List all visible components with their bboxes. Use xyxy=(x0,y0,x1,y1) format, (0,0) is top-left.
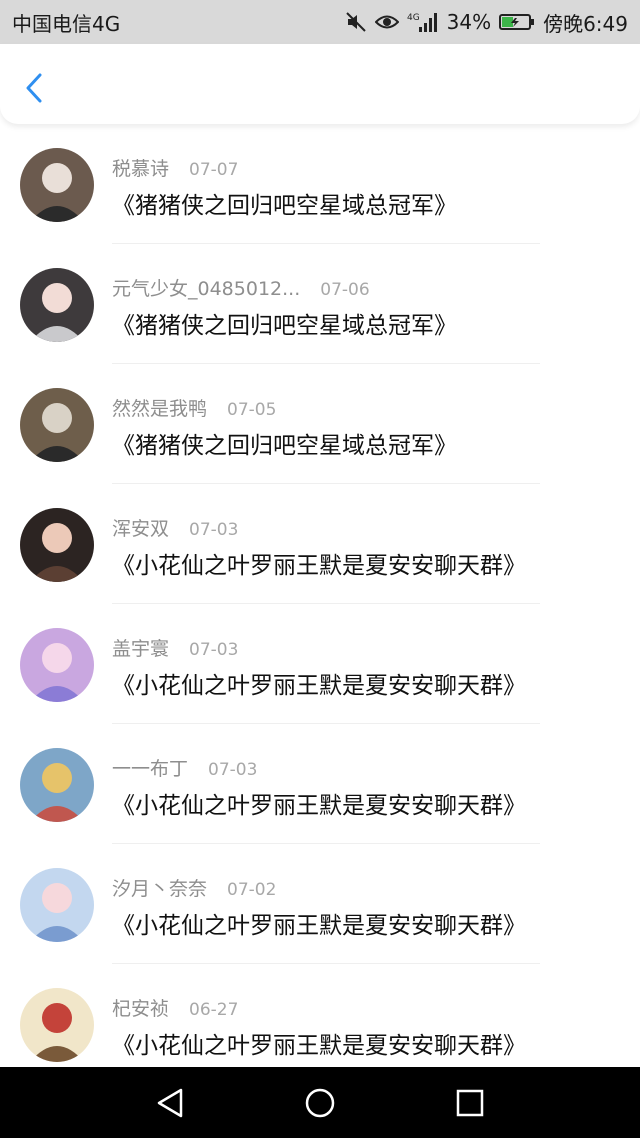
sender-name: 盖宇寰 xyxy=(112,638,170,660)
clock: 傍晚6:49 xyxy=(543,11,628,36)
battery-icon xyxy=(499,13,535,31)
message-text: 《猪猪侠之回归吧空星域总冠军》 xyxy=(112,433,457,459)
sender-name: 元气少女_0485012... xyxy=(112,278,301,300)
status-bar: 中国电信4G 4G 34% 傍晚6:49 xyxy=(0,0,640,44)
network-type-label: 4G xyxy=(407,13,420,23)
message-text: 《小花仙之叶罗丽王默是夏安安聊天群》 xyxy=(112,673,526,699)
sender-name: 汐月丶奈奈 xyxy=(112,878,208,900)
message-date: 07-03 xyxy=(189,520,239,540)
list-item[interactable]: 杞安祯 06-27 《小花仙之叶罗丽王默是夏安安聊天群》 xyxy=(0,964,640,1068)
avatar[interactable] xyxy=(20,388,94,462)
message-date: 07-03 xyxy=(189,640,239,660)
list-item[interactable]: 然然是我鸭 07-05 《猪猪侠之回归吧空星域总冠军》 xyxy=(0,364,640,484)
list-item[interactable]: 元气少女_0485012... 07-06 《猪猪侠之回归吧空星域总冠军》 xyxy=(0,244,640,364)
status-icons: 4G 34% 傍晚6:49 xyxy=(345,8,628,37)
chevron-left-icon xyxy=(26,73,42,103)
avatar[interactable] xyxy=(20,628,94,702)
avatar[interactable] xyxy=(20,148,94,222)
message-text: 《小花仙之叶罗丽王默是夏安安聊天群》 xyxy=(112,1033,526,1059)
square-recents-icon xyxy=(456,1089,484,1116)
eye-icon xyxy=(374,13,399,31)
sender-name: 杞安祯 xyxy=(112,998,170,1020)
sender-name: 浑安双 xyxy=(112,518,170,540)
list-item[interactable]: 汐月丶奈奈 07-02 《小花仙之叶罗丽王默是夏安安聊天群》 xyxy=(0,844,640,964)
sender-name: 一一布丁 xyxy=(112,758,189,780)
message-meta: 杞安祯 06-27 xyxy=(112,994,238,1020)
message-meta: 盖宇寰 07-03 xyxy=(112,634,238,660)
message-date: 07-07 xyxy=(189,160,239,180)
message-date: 07-03 xyxy=(208,760,258,780)
message-meta: 税慕诗 07-07 xyxy=(112,154,238,180)
message-meta: 汐月丶奈奈 07-02 xyxy=(112,874,276,900)
message-list: 税慕诗 07-07 《猪猪侠之回归吧空星域总冠军》 元气少女_0485012... 07… xyxy=(0,124,640,1068)
message-text: 《猪猪侠之回归吧空星域总冠军》 xyxy=(112,313,457,339)
mute-icon xyxy=(345,11,367,33)
sender-name: 税慕诗 xyxy=(112,158,170,180)
message-text: 《小花仙之叶罗丽王默是夏安安聊天群》 xyxy=(112,553,526,579)
message-date: 07-06 xyxy=(320,280,370,300)
list-item[interactable]: 税慕诗 07-07 《猪猪侠之回归吧空星域总冠军》 xyxy=(0,124,640,244)
message-text: 《猪猪侠之回归吧空星域总冠军》 xyxy=(112,193,457,219)
signal-icon: 4G xyxy=(407,11,439,33)
battery-percent: 34% xyxy=(446,10,492,34)
app-header xyxy=(0,44,640,124)
avatar[interactable] xyxy=(20,868,94,942)
message-meta: 一一布丁 07-03 xyxy=(112,754,257,780)
avatar[interactable] xyxy=(20,508,94,582)
system-home-button[interactable] xyxy=(300,1083,340,1123)
message-meta: 然然是我鸭 07-05 xyxy=(112,394,276,420)
avatar[interactable] xyxy=(20,268,94,342)
message-date: 06-27 xyxy=(189,1000,239,1020)
list-item[interactable]: 一一布丁 07-03 《小花仙之叶罗丽王默是夏安安聊天群》 xyxy=(0,724,640,844)
message-meta: 浑安双 07-03 xyxy=(112,514,238,540)
system-back-button[interactable] xyxy=(150,1083,190,1123)
sender-name: 然然是我鸭 xyxy=(112,398,208,420)
system-recents-button[interactable] xyxy=(450,1083,490,1123)
list-item[interactable]: 浑安双 07-03 《小花仙之叶罗丽王默是夏安安聊天群》 xyxy=(0,484,640,604)
avatar[interactable] xyxy=(20,748,94,822)
message-text: 《小花仙之叶罗丽王默是夏安安聊天群》 xyxy=(112,793,526,819)
circle-home-icon xyxy=(305,1088,335,1117)
triangle-back-icon xyxy=(157,1088,183,1117)
system-navigation-bar xyxy=(0,1067,640,1138)
message-meta: 元气少女_0485012... 07-06 xyxy=(112,274,370,300)
message-date: 07-05 xyxy=(227,400,277,420)
list-item[interactable]: 盖宇寰 07-03 《小花仙之叶罗丽王默是夏安安聊天群》 xyxy=(0,604,640,724)
back-button[interactable] xyxy=(18,68,50,108)
carrier-label: 中国电信4G xyxy=(12,11,121,36)
message-text: 《小花仙之叶罗丽王默是夏安安聊天群》 xyxy=(112,913,526,939)
message-date: 07-02 xyxy=(227,880,277,900)
avatar[interactable] xyxy=(20,988,94,1062)
